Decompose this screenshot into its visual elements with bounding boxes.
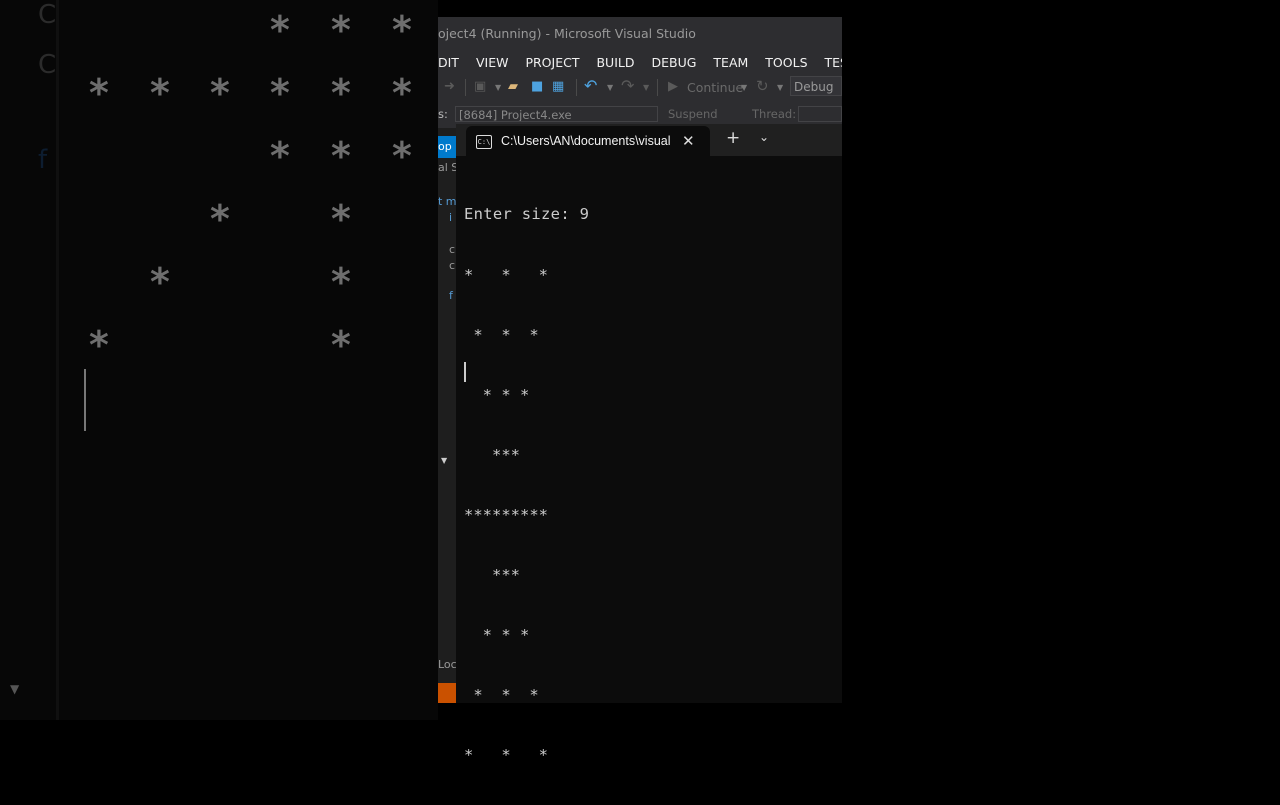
ghost-text: C: [38, 0, 57, 30]
thread-select[interactable]: [798, 106, 842, 122]
background-blur-left: C C f * * * * * * * * * * * * * * * * * …: [0, 0, 438, 720]
menu-bar: DIT VIEW PROJECT BUILD DEBUG TEAM TOOLS …: [438, 51, 842, 73]
continue-play-icon[interactable]: ▶: [668, 79, 678, 94]
terminal-window: C:\ C:\Users\AN\documents\visual studio …: [456, 124, 842, 764]
menu-item-team[interactable]: TEAM: [704, 55, 756, 70]
toolbar-separator: [465, 79, 466, 96]
output-line: * * *: [464, 386, 530, 404]
chevron-down-icon[interactable]: ▼: [607, 83, 613, 92]
status-bar-fragment: [438, 683, 456, 703]
background-star: *: [268, 134, 292, 178]
chevron-down-icon[interactable]: ▼: [777, 83, 783, 92]
redo-icon[interactable]: ↷: [621, 76, 634, 95]
background-star: *: [329, 260, 353, 304]
process-label: s:: [438, 107, 448, 121]
toolbar-separator: [657, 79, 658, 96]
chevron-down-icon[interactable]: ⌄: [759, 130, 769, 144]
restart-icon[interactable]: ↻: [756, 77, 769, 95]
prompt-line: Enter size: 9: [464, 205, 590, 223]
menu-item-tools[interactable]: TOOLS: [756, 55, 815, 70]
new-tab-icon[interactable]: +: [726, 128, 740, 148]
code-fragment: c: [449, 259, 456, 272]
locals-tab-fragment[interactable]: Loc: [438, 658, 457, 671]
navigate-forward-icon[interactable]: ➜: [444, 79, 455, 94]
menu-item-edit[interactable]: DIT: [438, 55, 467, 70]
output-line: ***: [464, 446, 520, 464]
console-icon: C:\: [476, 135, 492, 149]
output-line: * * *: [464, 626, 530, 644]
background-star: *: [329, 197, 353, 241]
editor-tab-fragment[interactable]: op: [438, 136, 456, 158]
chevron-down-icon[interactable]: ▼: [741, 83, 747, 92]
background-star: *: [208, 197, 232, 241]
menu-item-debug[interactable]: DEBUG: [642, 55, 704, 70]
toolbar-separator: [576, 79, 577, 96]
ghost-text: f: [38, 145, 48, 175]
background-star: *: [390, 71, 414, 115]
background-star: *: [87, 323, 111, 367]
process-select[interactable]: [8684] Project4.exe: [455, 106, 658, 122]
toolbar: ➜ ▣ ▼ ▰ ■ ▦ ↶ ▼ ↷ ▼ ▶ Continue ▼ ↻ ▼ Deb…: [438, 74, 842, 100]
background-edge: [56, 0, 59, 720]
new-project-icon[interactable]: ▣: [474, 79, 486, 94]
menu-item-view[interactable]: VIEW: [467, 55, 517, 70]
menu-item-build[interactable]: BUILD: [587, 55, 642, 70]
chevron-down-icon[interactable]: ▼: [495, 83, 501, 92]
close-icon[interactable]: ✕: [682, 126, 695, 156]
undo-icon[interactable]: ↶: [584, 76, 597, 95]
code-fragment: t m: [438, 195, 457, 208]
chevron-down-icon[interactable]: ▼: [441, 456, 447, 465]
code-fragment: f: [449, 289, 453, 302]
chevron-down-icon[interactable]: ▼: [643, 83, 649, 92]
process-bar: s: [8684] Project4.exe Suspend Thread:: [438, 106, 842, 122]
background-cursor: [84, 369, 86, 431]
background-star: *: [390, 134, 414, 178]
background-star: *: [390, 8, 414, 52]
ghost-text: C: [38, 50, 57, 80]
background-right: [842, 0, 1280, 720]
terminal-tab-bar: C:\ C:\Users\AN\documents\visual studio …: [456, 124, 842, 156]
background-star: *: [268, 71, 292, 115]
save-all-icon[interactable]: ▦: [552, 79, 564, 94]
menu-item-test[interactable]: TEST: [816, 55, 842, 70]
window-title: oject4 (Running) - Microsoft Visual Stud…: [438, 26, 696, 41]
open-folder-icon[interactable]: ▰: [508, 79, 518, 94]
background-star: *: [329, 134, 353, 178]
background-star: *: [329, 71, 353, 115]
menu-item-project[interactable]: PROJECT: [516, 55, 587, 70]
output-line: * * *: [464, 686, 539, 704]
background-star: *: [329, 323, 353, 367]
text-cursor: [464, 362, 466, 382]
output-line: * * *: [464, 746, 548, 764]
code-editor-strip: op al S t m i c c f ▼ Loc: [438, 128, 458, 703]
background-star: *: [268, 8, 292, 52]
console-output[interactable]: Enter size: 9 * * * * * * * * * *** ****…: [464, 164, 834, 805]
background-star: *: [87, 71, 111, 115]
output-line: * * *: [464, 326, 539, 344]
output-line: *********: [464, 506, 548, 524]
output-line: * * *: [464, 266, 548, 284]
save-icon[interactable]: ■: [531, 79, 543, 94]
suspend-button[interactable]: Suspend: [668, 107, 718, 121]
terminal-tab-title: C:\Users\AN\documents\visual studio 2013…: [501, 134, 671, 148]
thread-label: Thread:: [752, 107, 797, 121]
output-line: ***: [464, 566, 520, 584]
code-fragment: i: [449, 211, 453, 224]
continue-button[interactable]: Continue: [687, 80, 743, 95]
background-star: *: [148, 71, 172, 115]
background-star: *: [329, 8, 353, 52]
background-star: *: [208, 71, 232, 115]
background-star: *: [148, 260, 172, 304]
code-fragment: c: [449, 243, 456, 256]
configuration-select[interactable]: Debug: [790, 76, 842, 96]
terminal-tab[interactable]: C:\ C:\Users\AN\documents\visual studio …: [466, 126, 710, 156]
chevron-down-icon: ▼: [10, 682, 20, 696]
